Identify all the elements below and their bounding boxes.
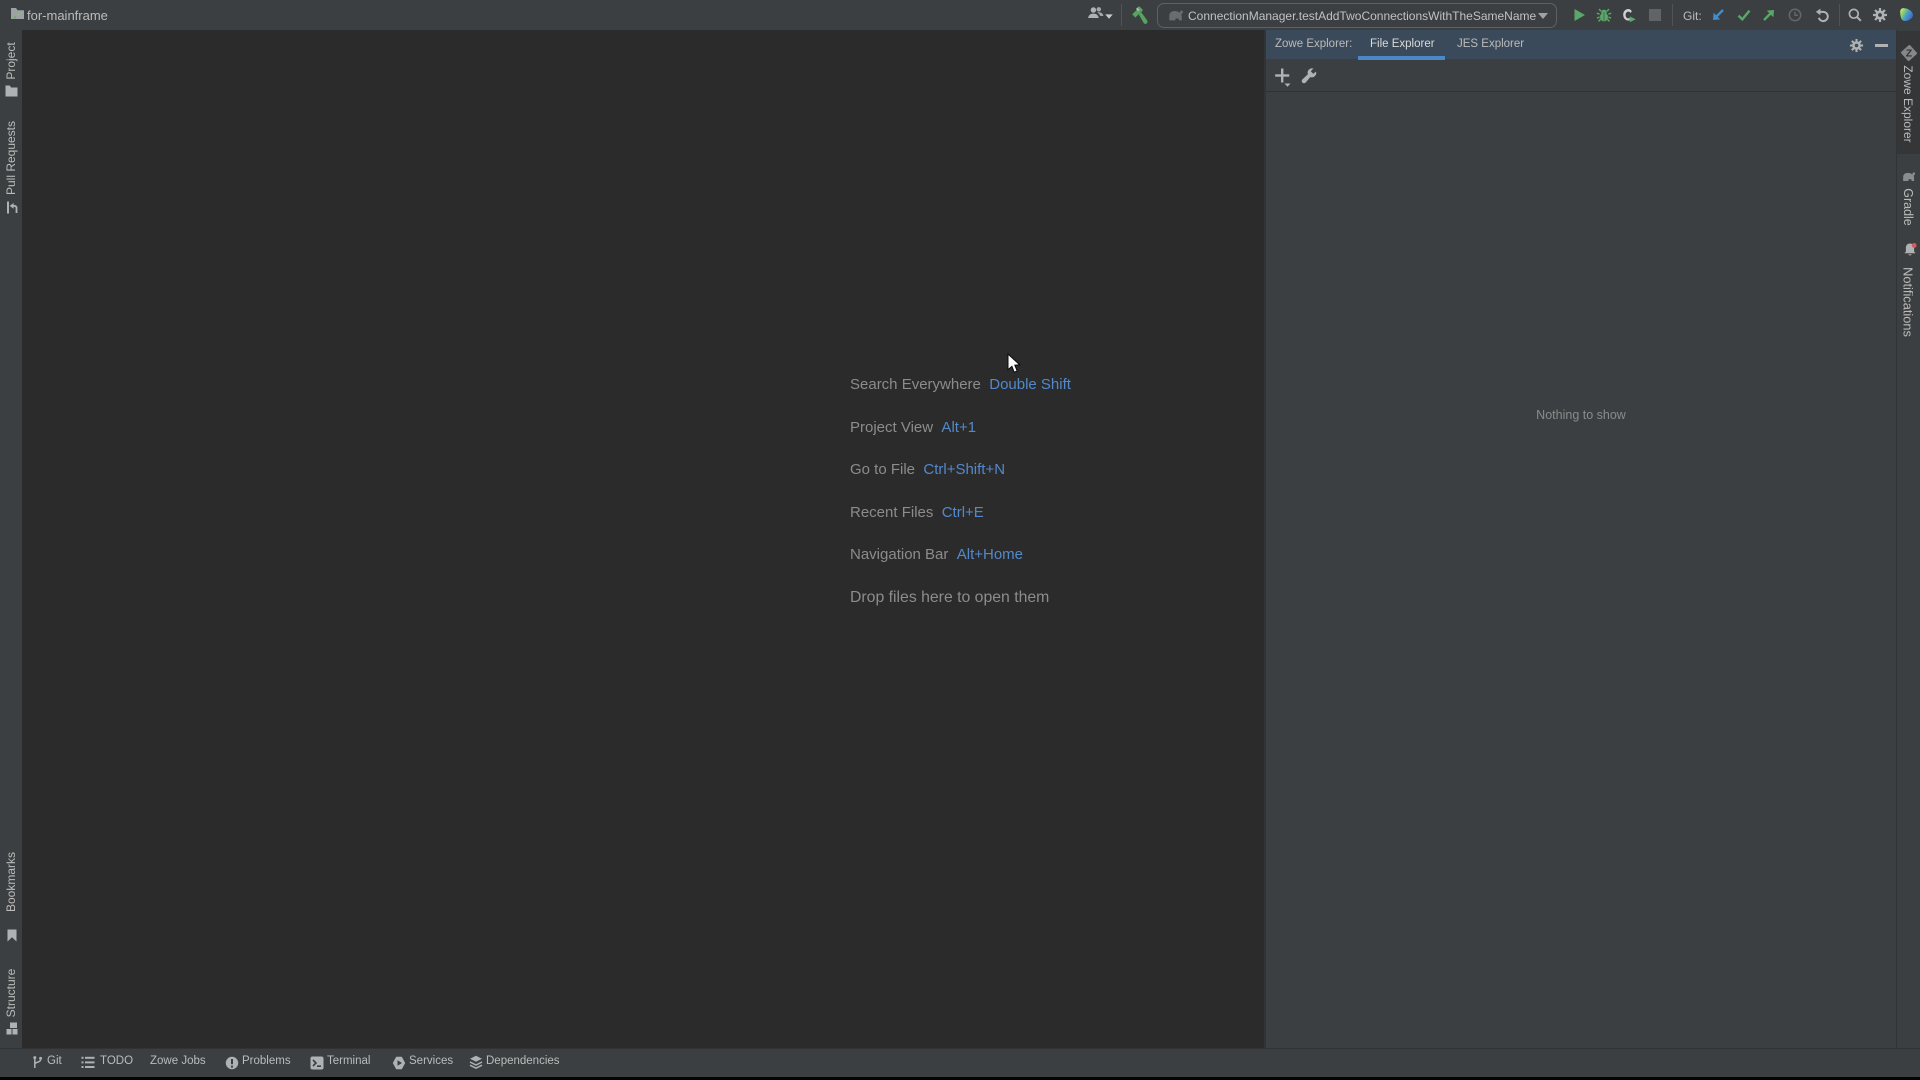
svg-text:Z: Z — [1906, 48, 1913, 60]
